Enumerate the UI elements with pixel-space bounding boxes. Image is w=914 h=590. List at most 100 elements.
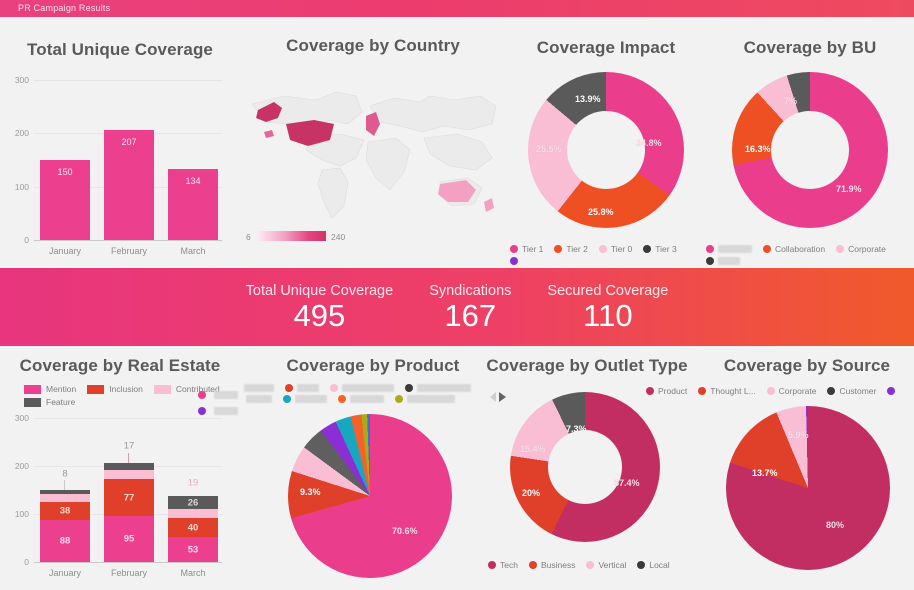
legend-swatch-icon xyxy=(706,245,714,253)
segment-mention-march[interactable]: 53 xyxy=(168,537,218,562)
slice-label-tier3: 13.9% xyxy=(575,94,601,104)
map-legend-max: 240 xyxy=(331,232,346,242)
legend-swatch-icon xyxy=(643,245,652,253)
legend-item-tech[interactable]: Tech xyxy=(488,560,518,570)
stacked-bar-february[interactable]: 95 77 17 xyxy=(104,441,154,562)
legend-item-product-6[interactable] xyxy=(283,395,327,403)
legend-label-redacted xyxy=(417,384,471,392)
xcat-january: January xyxy=(48,568,82,578)
panel-total-unique-coverage: Total Unique Coverage 300 200 100 0 150 … xyxy=(0,22,240,266)
legend-item-vertical[interactable]: Vertical xyxy=(586,560,626,570)
legend-item-product-8[interactable] xyxy=(395,395,455,403)
segment-feature-february[interactable] xyxy=(104,463,154,470)
legend-item-product-5[interactable] xyxy=(246,395,272,403)
segment-inclusion-january[interactable]: 38 xyxy=(40,502,90,520)
world-map-svg[interactable] xyxy=(244,66,502,226)
chart-total-unique-coverage[interactable]: 300 200 100 0 150 207 134 January Februa… xyxy=(15,75,222,256)
segment-mention-february[interactable]: 95 xyxy=(104,516,154,562)
legend-item-corporate-source[interactable]: Corporate xyxy=(766,386,816,396)
legend-item-customer[interactable]: Customer xyxy=(827,386,876,396)
legend-item-local[interactable]: Local xyxy=(637,560,670,570)
legend-item-product-7[interactable] xyxy=(338,395,384,403)
segment-value-feature-february: 17 xyxy=(123,440,135,452)
legend-item-thought-leadership[interactable]: Thought L... xyxy=(698,386,756,396)
legend-swatch-icon xyxy=(706,257,714,265)
pagination-controls[interactable] xyxy=(490,392,506,402)
legend-label-redacted xyxy=(718,245,752,253)
segment-contributed-february[interactable] xyxy=(104,470,154,479)
dashboard-root: PR Campaign Results Total Unique Coverag… xyxy=(0,0,914,590)
chart-coverage-by-product[interactable]: 70.6% 9.3% xyxy=(288,414,452,578)
segment-value-mention-february: 95 xyxy=(123,533,135,545)
legend-item-tier1[interactable]: Tier 1 xyxy=(510,244,543,254)
bar-february[interactable]: 207 xyxy=(104,130,154,240)
chevron-right-icon[interactable] xyxy=(499,392,506,402)
slice-label-source-product: 80% xyxy=(826,520,845,530)
legend-swatch-icon xyxy=(283,395,291,403)
legend-item-collaboration[interactable]: Collaboration xyxy=(763,244,825,254)
stacked-bar-january[interactable]: 88 38 8 xyxy=(40,469,90,562)
ytick-0: 0 xyxy=(24,235,29,245)
chart-coverage-by-source[interactable]: 80% 13.7% 5.9% xyxy=(726,406,890,570)
x-axis-line xyxy=(34,562,222,563)
legend-item-product-3[interactable] xyxy=(330,384,394,392)
segment-feature-march[interactable]: 26 xyxy=(168,496,218,509)
kpi-label-syndications: Syndications xyxy=(429,283,512,299)
legend-item-product-4[interactable] xyxy=(405,384,471,392)
segment-inclusion-march[interactable]: 40 xyxy=(168,518,218,537)
kpi-secured-coverage[interactable]: Secured Coverage 110 xyxy=(529,283,686,331)
legend-label-tier2: Tier 2 xyxy=(566,244,588,254)
legend-item-source-extra[interactable] xyxy=(887,387,899,395)
donut-coverage-by-outlet-type[interactable] xyxy=(510,392,660,542)
legend-label-collaboration: Collaboration xyxy=(775,244,826,254)
legend-item-product-1[interactable] xyxy=(244,384,274,392)
legend-item-bu-other[interactable] xyxy=(706,257,740,265)
chart-coverage-impact[interactable]: 34.8% 25.8% 25.5% 13.9% xyxy=(528,72,684,228)
chart-coverage-by-bu[interactable]: 71.9% 16.3% 7% xyxy=(732,72,888,228)
chart-coverage-by-real-estate[interactable]: 300 200 100 0 88 38 8 95 77 17 53 40 26 … xyxy=(15,413,222,578)
slice-label-tier0: 25.5% xyxy=(536,144,562,154)
legend-swatch-icon xyxy=(637,561,646,569)
legend-swatch-icon xyxy=(488,561,496,569)
legend-label-redacted xyxy=(214,406,239,415)
gridline-300 xyxy=(34,80,222,81)
legend-item-product-source[interactable]: Product xyxy=(646,386,687,396)
kpi-row: Total Unique Coverage 495 Syndications 1… xyxy=(0,268,914,346)
legend-label-redacted xyxy=(718,257,740,265)
legend-item-impact-extra[interactable] xyxy=(510,257,522,265)
legend-swatch-icon xyxy=(395,395,403,403)
kpi-total-unique-coverage[interactable]: Total Unique Coverage 495 xyxy=(228,283,412,331)
world-map[interactable] xyxy=(244,66,502,226)
panel-coverage-by-product: Coverage by Product 70.6% 9.3% xyxy=(240,348,506,590)
bar-march[interactable]: 134 xyxy=(168,169,218,240)
chevron-left-icon[interactable] xyxy=(490,392,496,402)
segment-contributed-march[interactable] xyxy=(168,509,218,518)
slice-label-bu-main: 71.9% xyxy=(836,184,862,194)
ytick-300: 300 xyxy=(14,413,29,423)
legend-item-tier2[interactable]: Tier 2 xyxy=(554,244,588,254)
legend-coverage-by-product xyxy=(244,384,506,406)
panel-title-coverage-by-country: Coverage by Country xyxy=(286,36,460,55)
segment-value-inclusion-march: 40 xyxy=(187,522,199,533)
legend-item-business[interactable]: Business xyxy=(528,560,575,570)
panel-coverage-impact: Coverage Impact 34.8% 25.8% 25.5% 13.9% … xyxy=(506,22,706,266)
chart-coverage-by-outlet-type[interactable]: 57.4% 20% 15.4% 7.3% xyxy=(510,392,660,542)
legend-item-corporate[interactable]: Corporate xyxy=(836,244,886,254)
segment-feature-january[interactable] xyxy=(40,490,90,494)
legend-swatch-icon xyxy=(198,407,206,415)
segment-contributed-january[interactable] xyxy=(40,494,90,502)
segment-value-inclusion-january: 38 xyxy=(59,505,71,517)
bar-january[interactable]: 150 xyxy=(40,160,90,240)
legend-item-tier3[interactable]: Tier 3 xyxy=(643,244,677,254)
legend-item-inclusion[interactable]: Inclusion xyxy=(87,384,143,394)
legend-item-bu-main[interactable] xyxy=(706,245,752,253)
kpi-syndications[interactable]: Syndications 167 xyxy=(411,283,529,331)
legend-item-product-2[interactable] xyxy=(285,384,319,392)
segment-mention-january[interactable]: 88 xyxy=(40,520,90,562)
slice-label-product-second: 9.3% xyxy=(300,487,321,497)
legend-label-redacted xyxy=(214,390,239,399)
legend-item-mention[interactable]: Mention xyxy=(24,384,76,394)
legend-item-tier0[interactable]: Tier 0 xyxy=(598,244,632,254)
stacked-bar-march[interactable]: 53 40 26 19 xyxy=(168,478,218,562)
segment-inclusion-february[interactable]: 77 xyxy=(104,479,154,516)
